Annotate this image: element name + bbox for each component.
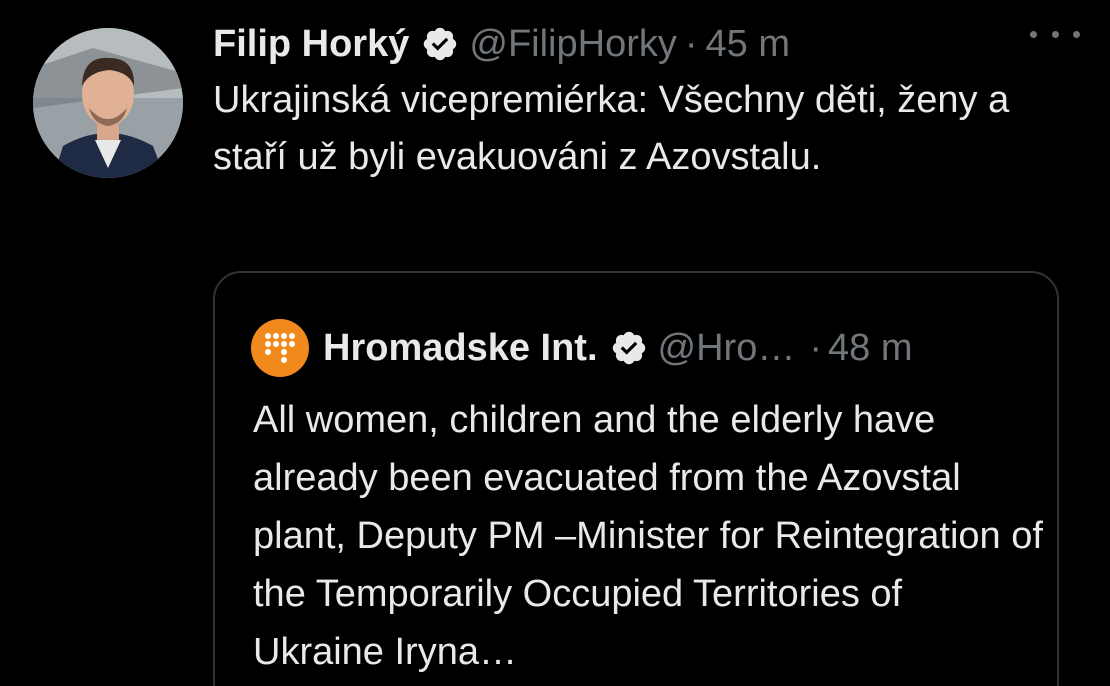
verified-badge-icon: [612, 331, 645, 365]
quoted-tweet-text: All women, children and the elderly have…: [253, 399, 1043, 673]
author-handle[interactable]: @FilipHorky: [469, 23, 676, 66]
tweet[interactable]: Filip Horký @FilipHorky · 45 m Ukrajinsk…: [213, 16, 1093, 186]
quoted-tweet-header: Hromadske Int. @Hro… · 48 m: [251, 319, 912, 377]
quoted-tweet-timestamp[interactable]: 48 m: [828, 327, 912, 370]
separator-dot: ·: [809, 326, 822, 369]
hromadske-logo-icon: [265, 333, 295, 363]
tweet-timestamp[interactable]: 45 m: [706, 23, 790, 66]
quoted-author-avatar[interactable]: [251, 319, 309, 377]
more-dot: [1073, 30, 1080, 38]
author-name[interactable]: Filip Horký: [213, 23, 409, 66]
more-dot: [1030, 30, 1037, 38]
author-avatar-photo: [33, 28, 183, 178]
verified-badge-icon: [424, 27, 457, 61]
quoted-author-handle[interactable]: @Hro…: [658, 327, 796, 370]
more-options-icon[interactable]: [1030, 24, 1080, 44]
tweet-text: Ukrajinská vicepremiérka: Všechny děti, …: [213, 79, 1010, 178]
author-avatar[interactable]: [33, 28, 183, 178]
quoted-author-name[interactable]: Hromadske Int.: [323, 327, 598, 370]
tweet-header: Filip Horký @FilipHorky · 45 m: [213, 16, 1093, 72]
more-dot: [1051, 30, 1059, 38]
separator-dot: ·: [684, 22, 698, 65]
quoted-tweet-card[interactable]: Hromadske Int. @Hro… · 48 m All women, c…: [213, 271, 1059, 686]
